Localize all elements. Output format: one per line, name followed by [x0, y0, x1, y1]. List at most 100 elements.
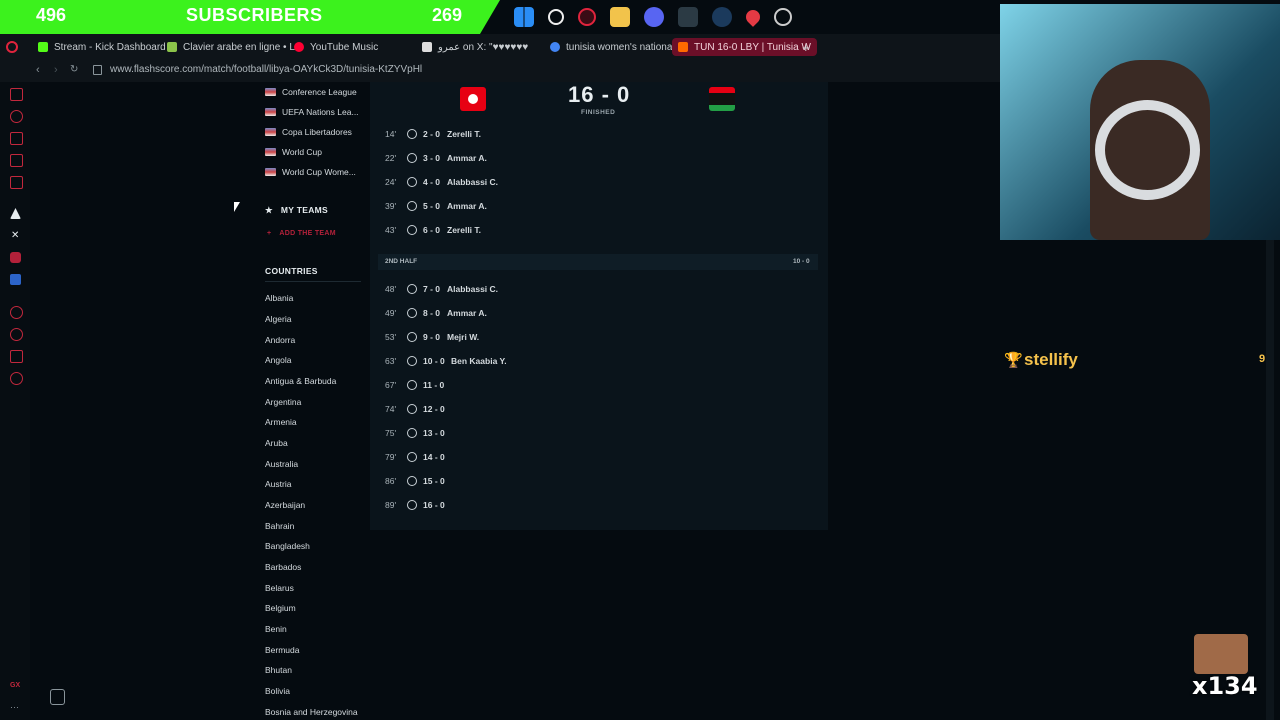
competition-flag-icon	[265, 128, 276, 136]
country-link[interactable]: Bangladesh	[265, 541, 310, 551]
sidebar-competition[interactable]: World Cup	[265, 147, 322, 157]
file-explorer-icon[interactable]	[610, 7, 630, 27]
url-text[interactable]: www.flashscore.com/match/football/libya-…	[110, 64, 422, 75]
country-link[interactable]: Bosnia and Herzegovina	[265, 707, 358, 717]
goal-event: 48' 7 - 0 Alabbassi C.	[385, 284, 499, 294]
maps-pin-icon[interactable]	[743, 7, 763, 27]
goal-event: 24' 4 - 0 Alabbassi C.	[385, 177, 499, 187]
country-link[interactable]: Bermuda	[265, 645, 300, 655]
tab-youtube-music[interactable]: YouTube Music	[294, 38, 378, 56]
second-half-header	[378, 254, 818, 270]
subscriber-goal-count: 269	[432, 5, 463, 25]
football-icon	[407, 356, 417, 366]
countries-header: COUNTRIES	[265, 266, 318, 276]
country-link[interactable]: Argentina	[265, 397, 301, 407]
my-teams-header: ★ MY TEAMS	[265, 205, 329, 215]
competition-flag-icon	[265, 148, 276, 156]
trophy-icon: 🏆	[1004, 352, 1023, 369]
tunisia-flag-icon[interactable]	[460, 87, 486, 111]
kick-logo-icon[interactable]	[10, 208, 21, 219]
goal-event: 49' 8 - 0 Ammar A.	[385, 308, 487, 318]
football-icon	[407, 404, 417, 414]
mail-icon[interactable]	[10, 88, 23, 101]
gx-logo-icon[interactable]: GX	[10, 682, 21, 693]
second-half-label: 2ND HALF	[385, 258, 418, 265]
competition-flag-icon	[265, 168, 276, 176]
emote-combo-count: x134	[1192, 672, 1258, 700]
football-icon	[407, 284, 417, 294]
tab-clavier-arabe[interactable]: Clavier arabe en ligne • L	[167, 38, 295, 56]
taskbar	[506, 0, 1004, 34]
country-link[interactable]: Andorra	[265, 335, 295, 345]
tab-strip: Stream - Kick Dashboard Clavier arabe en…	[0, 34, 1000, 60]
reload-icon[interactable]: ↻	[70, 64, 78, 75]
opera-gx-icon[interactable]	[578, 8, 596, 26]
country-link[interactable]: Aruba	[265, 438, 288, 448]
x-logo-icon[interactable]: ✕	[11, 230, 22, 241]
google-icon	[550, 42, 560, 52]
sidebar-competition[interactable]: World Cup Wome...	[265, 167, 356, 177]
app-icon[interactable]	[678, 7, 698, 27]
mouse-cursor-icon	[234, 202, 240, 212]
bag-icon[interactable]	[10, 132, 23, 145]
country-link[interactable]: Antigua & Barbuda	[265, 376, 336, 386]
tab-x-post[interactable]: عمرو on X: "♥♥♥♥♥♥	[422, 38, 528, 56]
sidebar-competition[interactable]: Conference League	[265, 87, 357, 97]
goal-event: 75' 13 - 0	[385, 428, 445, 438]
competition-flag-icon	[265, 108, 276, 116]
add-team-button[interactable]: + ADD THE TEAM	[267, 230, 336, 237]
country-link[interactable]: Azerbaijan	[265, 500, 305, 510]
sidebar-competition[interactable]: Copa Libertadores	[265, 127, 352, 137]
country-link[interactable]: Algeria	[265, 314, 291, 324]
country-link[interactable]: Bahrain	[265, 521, 294, 531]
country-link[interactable]: Bhutan	[265, 665, 292, 675]
clock-icon[interactable]	[10, 328, 23, 341]
settings-icon[interactable]	[774, 8, 792, 26]
lock-icon	[93, 65, 102, 75]
cube-icon[interactable]	[10, 350, 23, 363]
football-icon	[407, 452, 417, 462]
shield-app-icon[interactable]	[10, 274, 21, 285]
opera-menu-icon[interactable]	[6, 38, 18, 56]
second-half-score: 10 - 0	[793, 258, 810, 265]
country-link[interactable]: Belarus	[265, 583, 294, 593]
search-icon[interactable]	[548, 9, 564, 25]
football-icon	[407, 177, 417, 187]
country-link[interactable]: Belgium	[265, 603, 296, 613]
windows-start-icon[interactable]	[514, 7, 534, 27]
libya-flag-icon[interactable]	[709, 87, 735, 111]
new-tab-button[interactable]: +	[802, 38, 810, 56]
history-icon[interactable]	[10, 110, 23, 123]
goal-event: 63' 10 - 0 Ben Kaabia Y.	[385, 356, 507, 366]
sidebar-competition[interactable]: UEFA Nations Lea...	[265, 107, 359, 117]
country-link[interactable]: Australia	[265, 459, 298, 469]
tab-google-search[interactable]: tunisia women's national	[550, 38, 675, 56]
country-link[interactable]: Bolivia	[265, 686, 290, 696]
country-link[interactable]: Austria	[265, 479, 291, 489]
country-link[interactable]: Angola	[265, 355, 291, 365]
country-link[interactable]: Barbados	[265, 562, 301, 572]
discord-icon[interactable]	[644, 7, 664, 27]
plus-icon: +	[267, 230, 272, 237]
shield-icon[interactable]	[50, 689, 65, 705]
goal-event: 43' 6 - 0 Zerelli T.	[385, 225, 482, 235]
back-arrow-icon[interactable]: ‹	[36, 64, 40, 76]
gx-corner-icon[interactable]	[10, 176, 23, 189]
top-chatter-name: stellify	[1024, 350, 1078, 369]
country-link[interactable]: Albania	[265, 293, 293, 303]
forward-arrow-icon[interactable]: ›	[54, 64, 58, 76]
football-icon	[407, 380, 417, 390]
player-icon[interactable]	[10, 306, 23, 319]
steam-icon[interactable]	[712, 7, 732, 27]
tab-flashscore-active[interactable]: TUN 16-0 LBY | Tunisia W	[672, 38, 817, 56]
match-score: 16 - 0	[568, 82, 631, 107]
gift-icon[interactable]	[10, 154, 23, 167]
tab-kick-dashboard[interactable]: Stream - Kick Dashboard	[38, 38, 166, 56]
youtube-icon[interactable]	[10, 252, 21, 263]
more-icon[interactable]: ···	[10, 702, 21, 713]
goal-event: 89' 16 - 0	[385, 500, 445, 510]
country-link[interactable]: Armenia	[265, 417, 297, 427]
emote-image	[1194, 634, 1248, 674]
settings-gear-icon[interactable]	[10, 372, 23, 385]
country-link[interactable]: Benin	[265, 624, 287, 634]
